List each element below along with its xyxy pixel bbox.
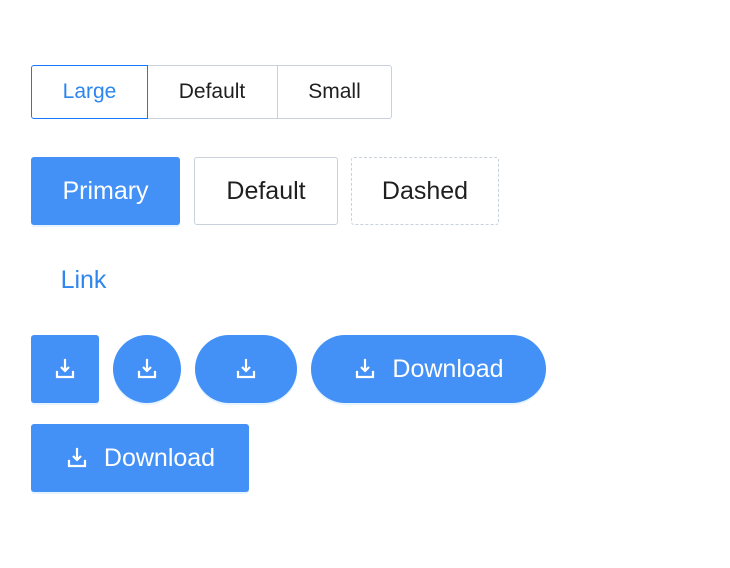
download-icon bbox=[53, 357, 77, 381]
download-label: Download bbox=[103, 443, 216, 472]
download-icon bbox=[135, 357, 159, 381]
download-icon bbox=[234, 357, 258, 381]
primary-button[interactable]: Primary bbox=[31, 157, 180, 225]
download-icon-button-square[interactable] bbox=[31, 335, 99, 403]
download-icon-button-round[interactable] bbox=[195, 335, 297, 403]
download-button[interactable]: Download bbox=[31, 424, 249, 492]
link-button[interactable]: Link bbox=[31, 246, 136, 314]
size-radio-group: Large Default Small bbox=[31, 65, 392, 119]
download-icon bbox=[65, 446, 89, 470]
download-label: Download bbox=[392, 354, 504, 383]
download-icon-button-circle[interactable] bbox=[113, 335, 181, 403]
size-option-small[interactable]: Small bbox=[278, 65, 392, 119]
default-button[interactable]: Default bbox=[194, 157, 338, 225]
download-icon bbox=[353, 357, 377, 381]
dashed-button[interactable]: Dashed bbox=[351, 157, 499, 225]
size-option-large[interactable]: Large bbox=[31, 65, 148, 119]
download-button-round[interactable]: Download bbox=[311, 335, 546, 403]
size-option-default[interactable]: Default bbox=[147, 65, 278, 119]
